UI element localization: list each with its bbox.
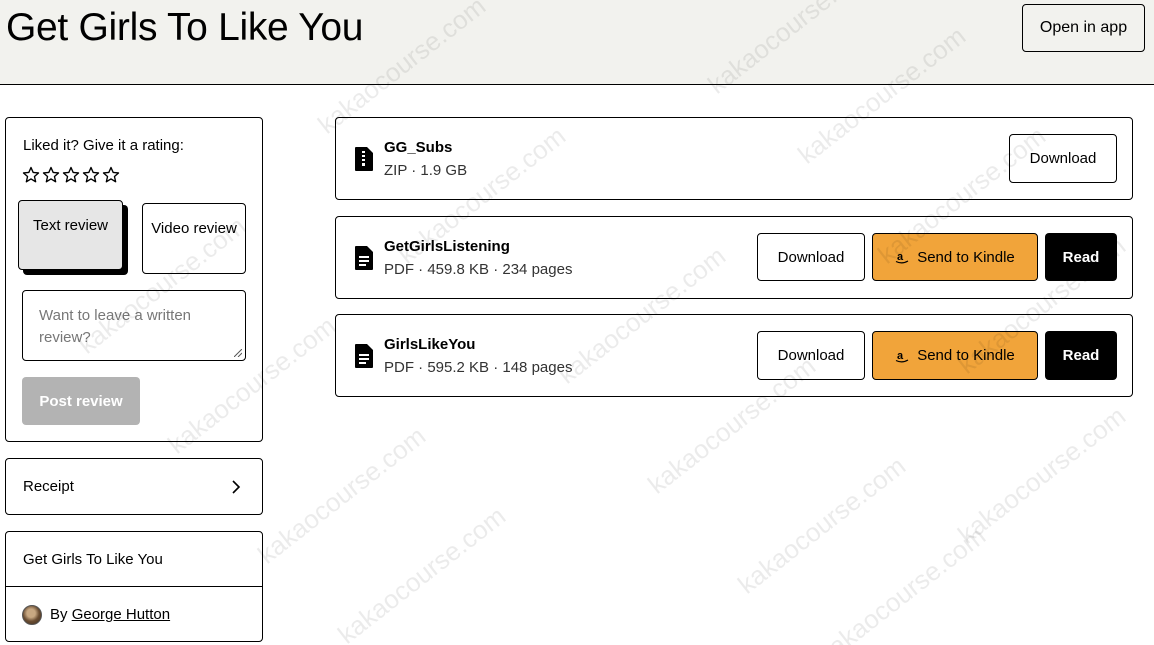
watermark: kakaocourse.com bbox=[952, 400, 1132, 550]
author-link[interactable]: George Hutton bbox=[72, 606, 170, 623]
download-button[interactable]: Download bbox=[757, 331, 865, 380]
star-icon[interactable] bbox=[22, 166, 40, 184]
send-to-kindle-label: Send to Kindle bbox=[917, 347, 1015, 364]
file-meta: PDF · 459.8 KB · 234 pages bbox=[384, 261, 573, 278]
review-textarea[interactable]: Want to leave a written review? bbox=[22, 290, 246, 361]
zip-file-icon bbox=[355, 147, 373, 171]
file-name: GetGirlsListening bbox=[384, 238, 510, 255]
send-to-kindle-button[interactable]: a Send to Kindle bbox=[872, 331, 1038, 380]
document-icon bbox=[355, 344, 373, 368]
file-row: GirlsLikeYou PDF · 595.2 KB · 148 pages … bbox=[335, 314, 1133, 397]
watermark: kakaocourse.com bbox=[332, 500, 512, 645]
chevron-right-icon bbox=[232, 480, 241, 494]
read-button[interactable]: Read bbox=[1045, 331, 1117, 380]
product-title: Get Girls To Like You bbox=[23, 551, 163, 568]
by-label: By bbox=[50, 606, 68, 623]
star-icon[interactable] bbox=[82, 166, 100, 184]
avatar bbox=[22, 605, 42, 625]
watermark: kakaocourse.com bbox=[732, 450, 912, 600]
file-name: GirlsLikeYou bbox=[384, 336, 476, 353]
download-button[interactable]: Download bbox=[757, 233, 865, 281]
divider bbox=[6, 586, 262, 587]
resize-grip-icon[interactable] bbox=[234, 349, 242, 357]
send-to-kindle-button[interactable]: a Send to Kindle bbox=[872, 233, 1038, 281]
author-line: By George Hutton bbox=[50, 606, 170, 623]
rating-card: Liked it? Give it a rating: Text review … bbox=[5, 117, 263, 442]
svg-text:a: a bbox=[897, 251, 904, 263]
product-info-card: Get Girls To Like You By George Hutton bbox=[5, 531, 263, 642]
file-row: GG_Subs ZIP · 1.9 GB Download bbox=[335, 117, 1133, 200]
star-icon[interactable] bbox=[62, 166, 80, 184]
amazon-icon: a bbox=[895, 350, 909, 362]
video-review-button[interactable]: Video review bbox=[142, 203, 246, 274]
post-review-button[interactable]: Post review bbox=[22, 377, 140, 425]
watermark: kakaocourse.com bbox=[252, 420, 432, 570]
file-row: GetGirlsListening PDF · 459.8 KB · 234 p… bbox=[335, 216, 1133, 299]
page-header: Get Girls To Like You Open in app bbox=[0, 0, 1154, 85]
file-meta: ZIP · 1.9 GB bbox=[384, 162, 468, 179]
receipt-label: Receipt bbox=[23, 478, 74, 495]
document-icon bbox=[355, 246, 373, 270]
text-review-button[interactable]: Text review bbox=[18, 200, 123, 270]
star-icon[interactable] bbox=[102, 166, 120, 184]
star-rating bbox=[22, 166, 120, 184]
page-title: Get Girls To Like You bbox=[6, 6, 364, 49]
read-button[interactable]: Read bbox=[1045, 233, 1117, 281]
send-to-kindle-label: Send to Kindle bbox=[917, 248, 1015, 266]
rating-prompt: Liked it? Give it a rating: bbox=[23, 137, 184, 154]
open-in-app-button[interactable]: Open in app bbox=[1022, 4, 1145, 52]
watermark: kakaocourse.com bbox=[812, 520, 992, 645]
review-placeholder: Want to leave a written review? bbox=[39, 307, 192, 346]
svg-text:a: a bbox=[897, 350, 904, 362]
file-name: GG_Subs bbox=[384, 139, 453, 156]
amazon-icon: a bbox=[895, 251, 909, 264]
file-meta: PDF · 595.2 KB · 148 pages bbox=[384, 359, 573, 376]
star-icon[interactable] bbox=[42, 166, 60, 184]
download-button[interactable]: Download bbox=[1009, 134, 1117, 183]
receipt-row[interactable]: Receipt bbox=[5, 458, 263, 515]
